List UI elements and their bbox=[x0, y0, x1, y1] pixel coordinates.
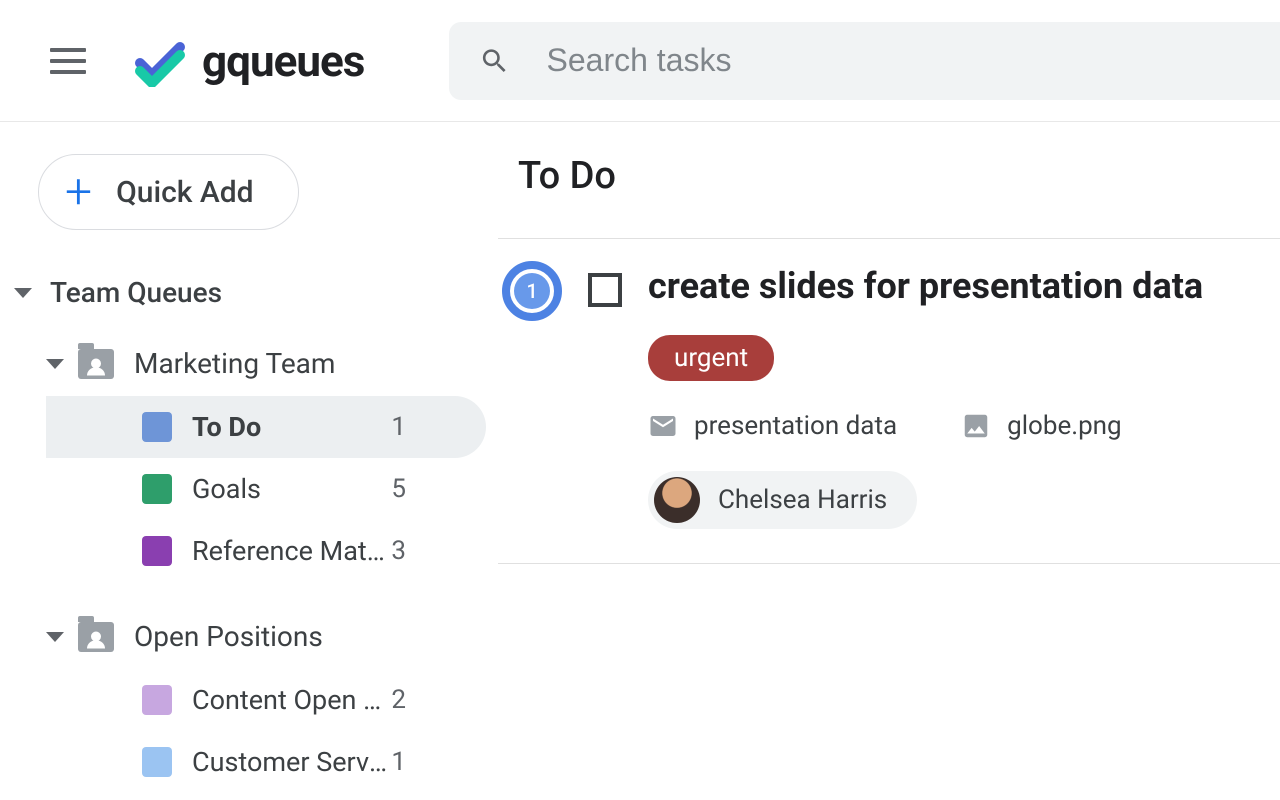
logo-mark-icon bbox=[134, 35, 186, 87]
sidebar-section-team-queues[interactable]: Team Queues bbox=[0, 276, 498, 309]
queue-count: 2 bbox=[391, 685, 406, 715]
queue-count: 3 bbox=[391, 536, 406, 566]
attachment-label: globe.png bbox=[1007, 411, 1122, 441]
sidebar: + Quick Add Team Queues Marketing Team T… bbox=[0, 122, 498, 800]
sidebar-queue-item[interactable]: Customer Service ... 1 bbox=[46, 731, 486, 793]
queue-label: Content Open Pos... bbox=[192, 684, 391, 716]
app-header: gqueues bbox=[0, 0, 1280, 122]
quick-add-button[interactable]: + Quick Add bbox=[38, 154, 299, 230]
search-icon bbox=[479, 44, 510, 78]
sidebar-team-header[interactable]: Open Positions bbox=[46, 610, 498, 663]
task-title: create slides for presentation data bbox=[648, 265, 1250, 307]
folder-shared-icon bbox=[78, 622, 114, 652]
task-position-badge[interactable]: 1 bbox=[502, 261, 562, 321]
chevron-down-icon bbox=[46, 632, 64, 642]
quick-add-label: Quick Add bbox=[116, 175, 253, 210]
avatar bbox=[654, 477, 700, 523]
queue-count: 1 bbox=[391, 412, 406, 442]
attachment-mail[interactable]: presentation data bbox=[648, 411, 897, 441]
sidebar-team-header[interactable]: Marketing Team bbox=[46, 337, 498, 390]
queue-color-swatch bbox=[142, 685, 172, 715]
sidebar-queue-item[interactable]: Goals 5 bbox=[46, 458, 486, 520]
search-input[interactable] bbox=[547, 42, 1280, 79]
logo-text: gqueues bbox=[202, 35, 364, 87]
queue-color-swatch bbox=[142, 536, 172, 566]
queue-count: 5 bbox=[391, 474, 406, 504]
assignee-chip[interactable]: Chelsea Harris bbox=[648, 471, 917, 529]
queue-label: To Do bbox=[192, 411, 391, 443]
attachment-image[interactable]: globe.png bbox=[961, 411, 1122, 441]
sidebar-queue-item[interactable]: To Do 1 bbox=[46, 396, 486, 458]
section-label: Team Queues bbox=[50, 276, 222, 309]
task-position-number: 1 bbox=[514, 273, 550, 309]
sidebar-queue-item[interactable]: Content Open Pos... 2 bbox=[46, 669, 486, 731]
sidebar-queue-item[interactable]: Reference Materi... 3 bbox=[46, 520, 486, 582]
image-icon bbox=[961, 411, 991, 441]
app-logo[interactable]: gqueues bbox=[134, 35, 364, 87]
attachment-label: presentation data bbox=[694, 411, 897, 441]
queue-count: 1 bbox=[391, 747, 406, 777]
queue-color-swatch bbox=[142, 412, 172, 442]
folder-shared-icon bbox=[78, 349, 114, 379]
page-title: To Do bbox=[498, 154, 1280, 239]
queue-label: Reference Materi... bbox=[192, 535, 391, 567]
search-bar[interactable] bbox=[449, 22, 1280, 100]
chevron-down-icon bbox=[14, 288, 32, 298]
queue-label: Goals bbox=[192, 473, 391, 505]
menu-icon[interactable] bbox=[50, 41, 86, 81]
task-tag[interactable]: urgent bbox=[648, 335, 774, 381]
task-row[interactable]: 1 create slides for presentation data ur… bbox=[498, 239, 1280, 564]
team-name: Open Positions bbox=[134, 620, 323, 653]
team-name: Marketing Team bbox=[134, 347, 335, 380]
chevron-down-icon bbox=[46, 359, 64, 369]
queue-color-swatch bbox=[142, 747, 172, 777]
queue-label: Customer Service ... bbox=[192, 746, 391, 778]
queue-color-swatch bbox=[142, 474, 172, 504]
main-panel: To Do 1 create slides for presentation d… bbox=[498, 122, 1280, 800]
mail-icon bbox=[648, 411, 678, 441]
task-checkbox[interactable] bbox=[588, 273, 622, 307]
assignee-name: Chelsea Harris bbox=[718, 485, 887, 515]
